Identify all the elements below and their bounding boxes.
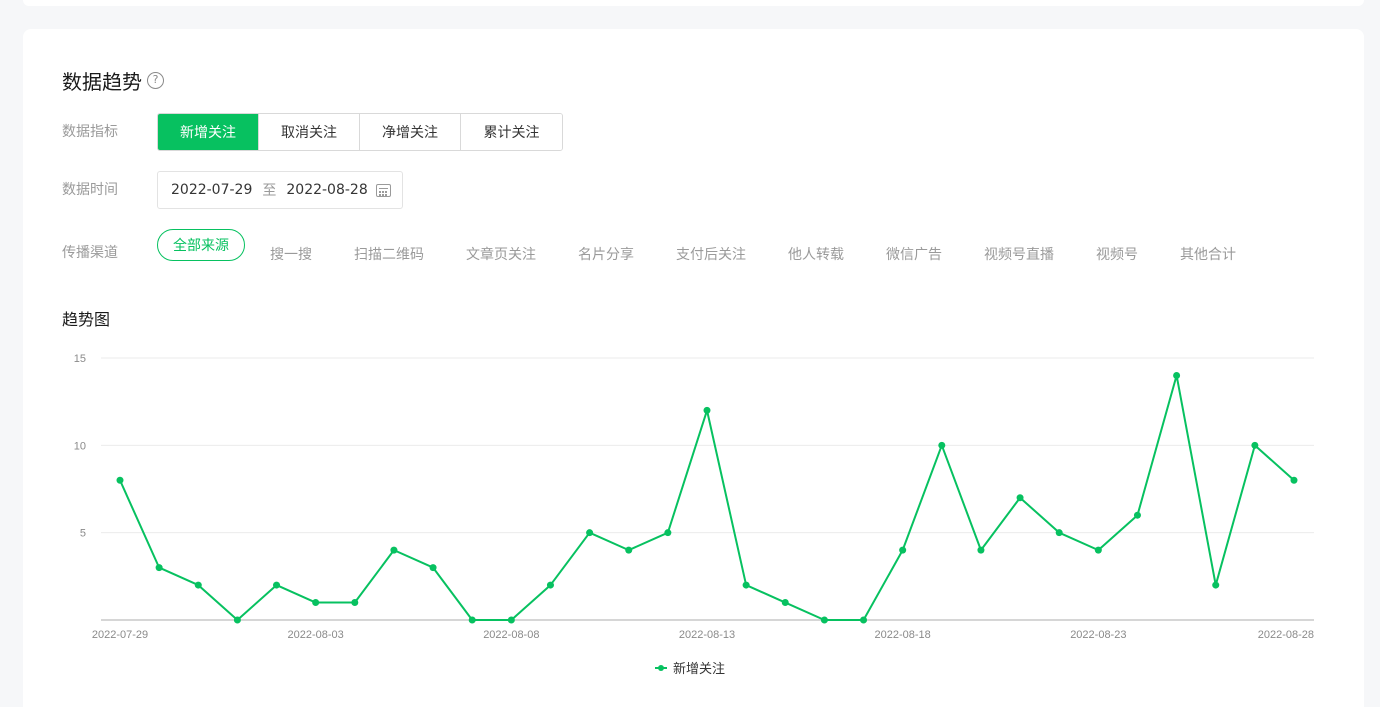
- data-point: [1173, 371, 1181, 379]
- x-tick-label: 2022-08-28: [1258, 629, 1314, 641]
- data-point: [703, 406, 711, 414]
- legend-point-marker: [658, 665, 664, 671]
- x-tick-label: 2022-08-13: [679, 629, 735, 641]
- x-tick-label: 2022-08-08: [483, 629, 539, 641]
- data-point: [390, 546, 398, 554]
- data-point: [1094, 546, 1102, 554]
- x-tick-label: 2022-08-18: [875, 629, 931, 641]
- data-point: [977, 546, 985, 554]
- data-point: [233, 616, 241, 624]
- data-point: [1251, 441, 1259, 449]
- data-point: [899, 546, 907, 554]
- data-point: [1290, 476, 1298, 484]
- data-point: [1016, 494, 1024, 502]
- data-point: [155, 564, 163, 572]
- data-point: [429, 564, 437, 572]
- data-point: [1212, 581, 1220, 589]
- data-point: [1055, 529, 1063, 537]
- y-tick-label: 10: [74, 440, 86, 452]
- y-tick-label: 5: [80, 528, 86, 540]
- legend-label: 新增关注: [673, 661, 725, 677]
- x-tick-label: 2022-07-29: [92, 629, 148, 641]
- data-point: [273, 581, 281, 589]
- data-point: [1133, 511, 1141, 519]
- data-point: [625, 546, 633, 554]
- data-point: [546, 581, 554, 589]
- data-point: [664, 529, 672, 537]
- trend-line-chart: 5 10 15 2022-07-29 2022-08-03 2022-08-08 2022-…: [74, 353, 1314, 677]
- data-point: [507, 616, 515, 624]
- data-point: [938, 441, 946, 449]
- data-point: [116, 476, 124, 484]
- x-tick-label: 2022-08-03: [288, 629, 344, 641]
- data-point: [194, 581, 202, 589]
- data-point: [586, 529, 594, 537]
- y-tick-label: 15: [74, 353, 86, 365]
- data-point: [312, 599, 320, 607]
- data-point: [468, 616, 476, 624]
- data-point: [742, 581, 750, 589]
- data-point: [860, 616, 868, 624]
- data-point: [820, 616, 828, 624]
- data-point: [351, 599, 359, 607]
- data-point: [781, 599, 789, 607]
- x-tick-label: 2022-08-23: [1070, 629, 1126, 641]
